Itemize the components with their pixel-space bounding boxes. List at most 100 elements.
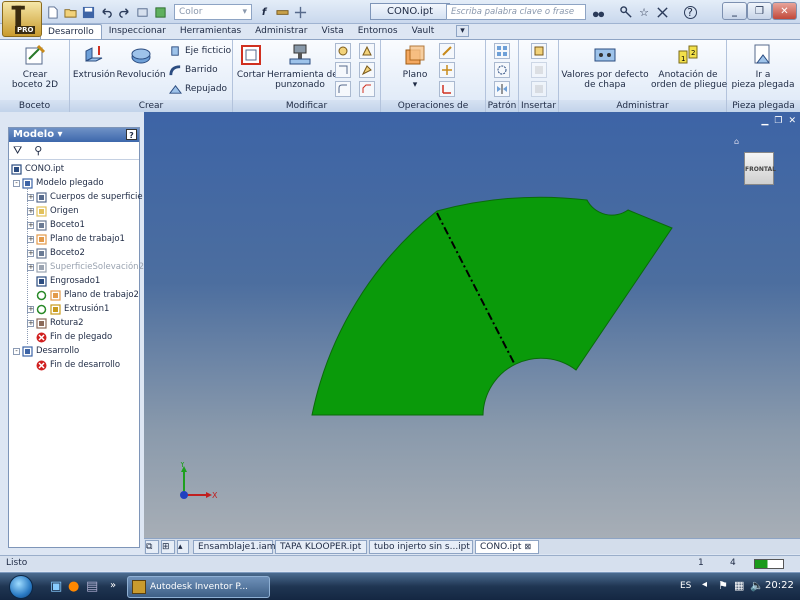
open-icon[interactable] [62, 4, 78, 20]
work-point-icon[interactable] [439, 62, 455, 78]
tree-node[interactable]: + Plano de trabajo1 [27, 232, 125, 246]
plane-button[interactable]: Plano ▾ [395, 42, 435, 90]
tray-arrow-icon[interactable]: ◂ [702, 579, 707, 590]
color-select[interactable]: Color ▾ [174, 4, 252, 20]
flange-icon[interactable] [335, 43, 351, 59]
start-button[interactable] [2, 573, 40, 600]
corner-chamfer-icon[interactable] [359, 81, 375, 97]
tree-node[interactable]: + Boceto1 [27, 218, 85, 232]
expand-icon[interactable]: + [27, 193, 34, 201]
emboss-button[interactable]: Repujado [168, 81, 227, 97]
tree-node[interactable]: + Cuerpos de superficie [27, 190, 143, 204]
close-tab-icon[interactable]: ⊠ [524, 542, 531, 551]
extrusion-button[interactable]: Extrusión [72, 42, 116, 80]
tree-node[interactable]: Fin de plegado [27, 330, 112, 344]
imaginary-axis-button[interactable]: Eje ficticio [168, 43, 231, 59]
decal-icon[interactable] [531, 81, 547, 97]
tile-icon[interactable]: ⧉ [145, 540, 159, 554]
expand-icon[interactable]: + [27, 305, 34, 313]
doc-tab-cono[interactable]: CONO.ipt ⊠ [475, 540, 539, 554]
restore-icon[interactable]: ❐ [774, 116, 782, 126]
find-icon[interactable]: ⚲ [34, 144, 42, 157]
new-icon[interactable] [44, 4, 60, 20]
flag-icon[interactable]: ⚑ [718, 579, 728, 592]
tree-node[interactable]: Engrosado1 [27, 274, 100, 288]
expand-icon[interactable]: + [27, 221, 34, 229]
tree-node[interactable]: + Extrusión1 [27, 302, 109, 316]
tab-entornos[interactable]: Entornos [351, 24, 405, 39]
create-sketch-button[interactable]: Crear boceto 2D [6, 42, 64, 90]
close-icon[interactable]: ✕ [788, 116, 796, 126]
import-icon[interactable] [531, 62, 547, 78]
rectangular-pattern-icon[interactable] [494, 43, 510, 59]
fold-icon[interactable] [359, 62, 375, 78]
minimize-icon[interactable]: ▁ [761, 116, 768, 126]
show-desktop-icon[interactable]: ▣ [50, 579, 62, 594]
application-menu-button[interactable]: PRO [2, 1, 42, 37]
star-icon[interactable]: ☆ [636, 4, 652, 20]
revolve-button[interactable]: Revolución [116, 42, 166, 80]
tab-vault[interactable]: Vault [405, 24, 442, 39]
bend-order-button[interactable]: 12 Anotación de orden de pliegue [651, 42, 727, 90]
update-icon[interactable] [152, 4, 168, 20]
tab-herramientas[interactable]: Herramientas [173, 24, 248, 39]
network-icon[interactable]: ▦ [734, 579, 744, 592]
tab-desarrollo[interactable]: Desarrollo [40, 24, 102, 39]
select-icon[interactable] [292, 4, 308, 20]
doc-tab-tapa-klooper[interactable]: TAPA KLOOPER.ipt [275, 540, 367, 554]
work-axis-icon[interactable] [439, 43, 455, 59]
tabs-menu-icon[interactable]: ▴ [177, 540, 189, 554]
ribbon-options-icon[interactable]: ▾ [449, 24, 476, 39]
redo-icon[interactable] [116, 4, 132, 20]
expand-icon[interactable]: + [27, 235, 34, 243]
tree-node[interactable]: CONO.ipt [11, 162, 64, 176]
view-cube[interactable]: FRONTAL [744, 152, 776, 185]
key-icon[interactable] [618, 4, 634, 20]
cascade-icon[interactable]: ⊞ [161, 540, 175, 554]
collapse-icon[interactable]: - [13, 179, 20, 187]
tab-inspeccionar[interactable]: Inspeccionar [102, 24, 173, 39]
circular-pattern-icon[interactable] [494, 62, 510, 78]
explorer-icon[interactable]: ▤ [86, 579, 98, 594]
tree-node[interactable]: + SuperficieSolevación2 [27, 260, 144, 274]
help-icon[interactable]: ? [682, 4, 698, 20]
measure-icon[interactable] [274, 4, 290, 20]
tree-node[interactable]: + Origen [27, 204, 79, 218]
expand-icon[interactable]: + [27, 263, 34, 271]
tree-node[interactable]: - Desarrollo [13, 344, 79, 358]
volume-icon[interactable]: 🔈 [750, 579, 764, 592]
tree-node[interactable]: + Boceto2 [27, 246, 85, 260]
cut-button[interactable]: Cortar [235, 42, 267, 80]
corner-seam-icon[interactable] [335, 62, 351, 78]
language-indicator[interactable]: ES [680, 581, 691, 591]
expand-icon[interactable]: + [27, 319, 34, 327]
tree-node[interactable]: Plano de trabajo2 [27, 288, 139, 302]
taskbar-inventor-button[interactable]: Autodesk Inventor P... [127, 576, 270, 598]
browser-header[interactable]: Modelo ▾ ? [9, 128, 139, 142]
sweep-button[interactable]: Barrido [168, 62, 218, 78]
browser-help-icon[interactable]: ? [126, 129, 137, 140]
filter-icon[interactable]: ⛛ [13, 144, 22, 158]
sheet-metal-defaults-button[interactable]: Valores por defecto de chapa [561, 42, 649, 90]
punch-tool-button[interactable]: Herramienta de punzonado [267, 42, 338, 90]
restore-button[interactable]: ❐ [747, 2, 772, 20]
expand-icon[interactable]: + [27, 207, 34, 215]
overflow-icon[interactable]: » [110, 580, 116, 591]
mirror-icon[interactable] [494, 81, 510, 97]
firefox-icon[interactable]: ● [68, 579, 79, 594]
doc-tab-ensamblaje[interactable]: Ensamblaje1.iam [193, 540, 276, 554]
ucs-icon[interactable] [439, 81, 455, 97]
close-button[interactable]: ✕ [772, 2, 797, 20]
fx-icon[interactable]: f [256, 4, 272, 20]
doc-tab-tubo-injerto[interactable]: tubo injerto sin s...ipt [369, 540, 473, 554]
graphics-viewport[interactable]: ▁ ❐ ✕ [144, 112, 800, 538]
undo-icon[interactable] [98, 4, 114, 20]
collapse-icon[interactable]: - [13, 347, 20, 355]
expand-icon[interactable]: + [27, 249, 34, 257]
go-to-folded-button[interactable]: Ir a pieza plegada [729, 42, 797, 90]
corner-round-icon[interactable] [335, 81, 351, 97]
binoculars-icon[interactable] [590, 4, 606, 20]
tab-vista[interactable]: Vista [315, 24, 351, 39]
home-view-icon[interactable]: ⌂ [734, 137, 739, 146]
clock[interactable]: 20:22 [765, 580, 794, 591]
